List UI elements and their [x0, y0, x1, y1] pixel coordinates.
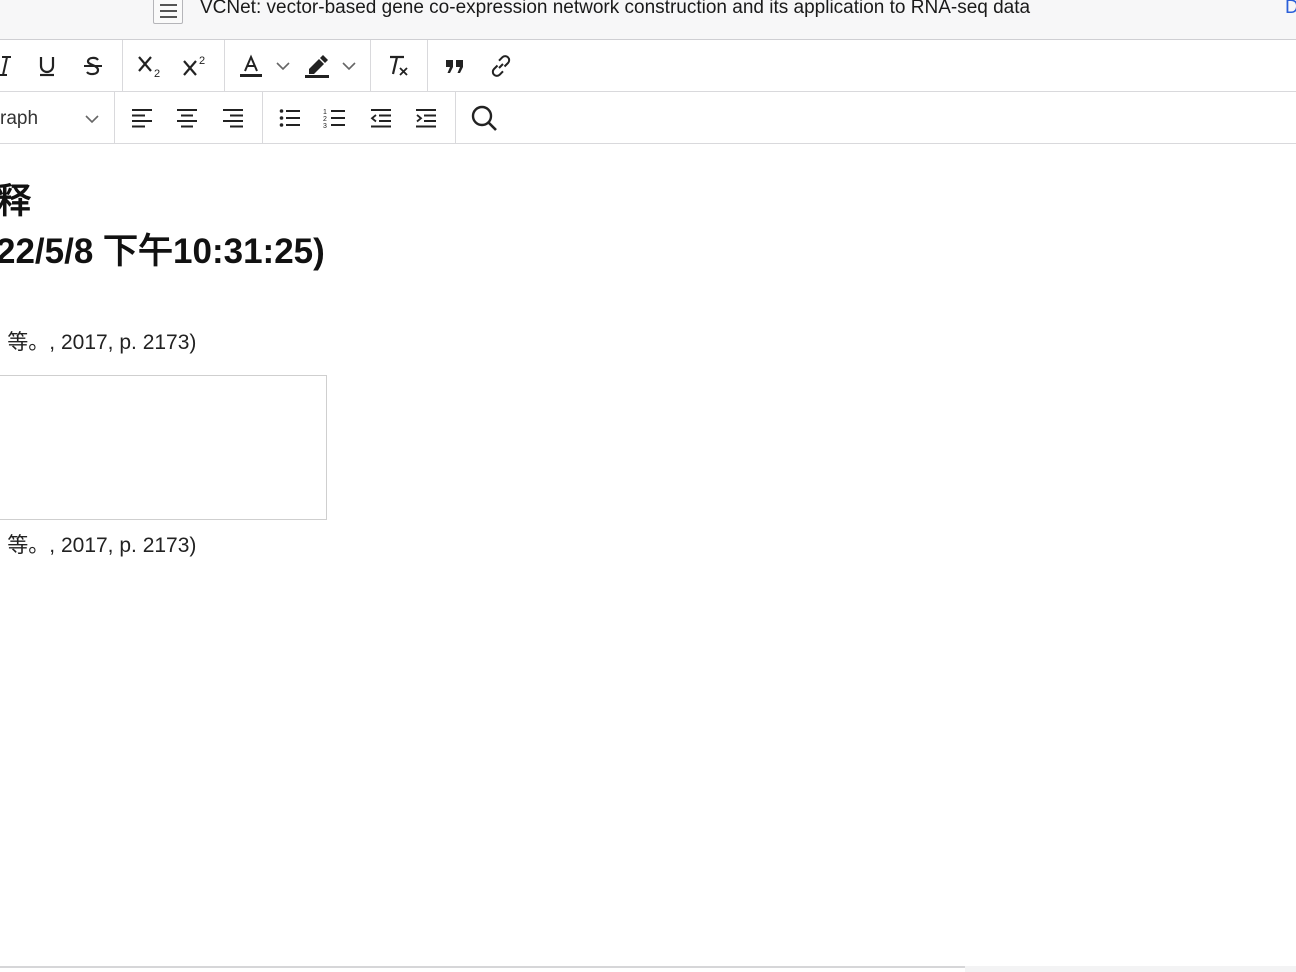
bulleted-list-icon[interactable]	[273, 102, 307, 134]
numbered-list-icon[interactable]: 123	[318, 102, 352, 134]
paragraph-style-select[interactable]: raph	[0, 102, 110, 134]
blockquote-icon[interactable]	[438, 50, 472, 82]
align-right-icon[interactable]	[216, 102, 250, 134]
align-left-icon[interactable]	[125, 102, 159, 134]
search-icon[interactable]	[467, 102, 501, 134]
title-edge-text[interactable]: D	[1285, 0, 1296, 20]
superscript-icon[interactable]: 2	[178, 50, 212, 82]
toolbar-separator	[114, 92, 115, 144]
editor-content[interactable]: 释 22/5/8 下午10:31:25) | 等。, 2017, p. 2173…	[0, 145, 1296, 967]
toolbar-separator	[122, 40, 123, 92]
image-placeholder[interactable]	[0, 375, 327, 520]
svg-text:3: 3	[323, 123, 327, 130]
svg-text:2: 2	[199, 55, 205, 67]
strikethrough-icon[interactable]	[76, 50, 110, 82]
horizontal-scrollbar[interactable]	[965, 966, 1296, 972]
underline-icon[interactable]	[30, 50, 64, 82]
citation[interactable]: | 等。, 2017, p. 2173)	[0, 529, 196, 559]
highlight-icon[interactable]	[300, 50, 334, 82]
chevron-down-icon	[84, 112, 100, 130]
paragraph-toolbar: raph 123	[0, 92, 1296, 144]
formatting-toolbar: 2 2	[0, 40, 1296, 92]
highlight-dropdown-icon[interactable]	[334, 50, 364, 82]
italic-icon[interactable]	[0, 50, 22, 82]
annotation-heading: 释	[0, 182, 32, 221]
scroll-divider	[0, 966, 965, 968]
toolbar-separator	[455, 92, 456, 144]
toolbar-separator	[370, 40, 371, 92]
outdent-icon[interactable]	[364, 102, 398, 134]
align-center-icon[interactable]	[170, 102, 204, 134]
svg-text:2: 2	[323, 116, 327, 123]
paragraph-style-value: raph	[0, 108, 39, 129]
indent-icon[interactable]	[409, 102, 443, 134]
document-menu-icon[interactable]	[153, 0, 183, 24]
text-color-icon[interactable]	[234, 50, 268, 82]
toolbar-separator	[262, 92, 263, 144]
clear-formatting-icon[interactable]	[381, 50, 415, 82]
title-bar: VCNet: vector-based gene co-expression n…	[0, 0, 1296, 40]
toolbar-separator	[224, 40, 225, 92]
citation[interactable]: | 等。, 2017, p. 2173)	[0, 326, 196, 356]
subscript-icon[interactable]: 2	[133, 50, 167, 82]
svg-text:2: 2	[154, 68, 160, 79]
toolbar-separator	[427, 40, 428, 92]
annotation-timestamp: 22/5/8 下午10:31:25)	[0, 232, 325, 271]
text-color-dropdown-icon[interactable]	[268, 50, 298, 82]
svg-text:1: 1	[323, 109, 327, 116]
link-icon[interactable]	[484, 50, 518, 82]
document-title: VCNet: vector-based gene co-expression n…	[200, 0, 1031, 18]
